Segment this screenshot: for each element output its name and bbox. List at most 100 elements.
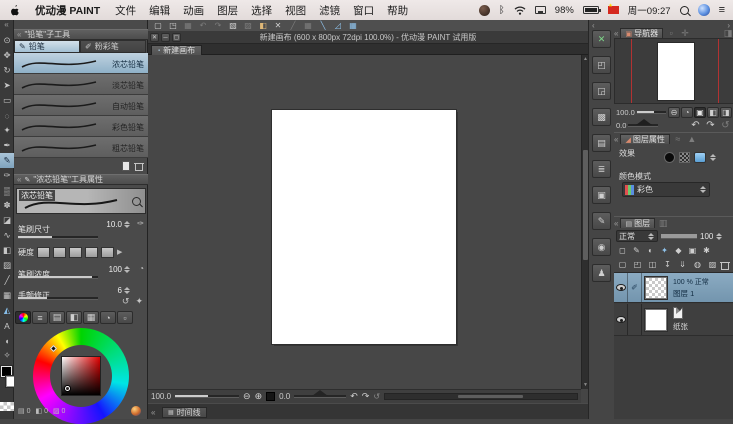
material-image-icon[interactable]: ▣ <box>592 186 611 204</box>
pencil-tool-icon[interactable]: ✎ <box>0 153 14 168</box>
canvas-zoom-slider[interactable] <box>175 395 239 398</box>
color-set-tab[interactable]: ▤ <box>49 311 65 324</box>
operate-tool-icon[interactable]: ➤ <box>0 78 14 93</box>
canvas-rotation-slider[interactable] <box>294 395 346 398</box>
brush-size-stepper[interactable] <box>124 219 131 229</box>
layers-tab[interactable]: ▤ 图层 <box>620 218 655 228</box>
menu-app-name[interactable]: 优动漫 PAINT <box>35 3 100 18</box>
canvas-zoom-value[interactable]: 100.0 <box>151 392 171 401</box>
menu-item[interactable]: 图层 <box>217 5 238 17</box>
stabilization-stepper[interactable] <box>124 285 131 295</box>
pen-tool-icon[interactable]: ✒ <box>0 138 14 153</box>
hardness-step-3[interactable] <box>69 247 82 258</box>
draft-layer-icon[interactable]: ✦ <box>658 244 671 256</box>
lasso-tool-icon[interactable]: ◌ <box>0 108 14 123</box>
snap-special-ruler-icon[interactable]: ◿ <box>332 21 344 31</box>
lock-layer-icon[interactable]: ✎ <box>630 244 643 256</box>
text-tool-icon[interactable]: A <box>0 318 14 333</box>
redo-icon[interactable]: ↷ <box>212 21 224 31</box>
collapse-layers-icon[interactable]: « <box>614 219 618 228</box>
menu-item[interactable]: 文件 <box>115 5 136 17</box>
brush-density-stepper[interactable] <box>124 264 131 274</box>
tab-pencil[interactable]: ✎铅笔 <box>14 40 80 53</box>
hardness-more-icon[interactable]: ▶ <box>117 248 122 256</box>
auto-select-tool-icon[interactable]: ✦ <box>0 123 14 138</box>
gradient-tool-icon[interactable]: ▨ <box>0 258 14 273</box>
eraser-tool-icon[interactable]: ◪ <box>0 213 14 228</box>
layer-visibility-icon[interactable] <box>616 284 626 291</box>
stabilization-slider[interactable] <box>18 297 98 300</box>
nav-zoom-reset-icon[interactable]: ◔ <box>681 107 693 118</box>
fill-icon[interactable]: ◧ <box>257 21 269 31</box>
figure-tool-icon[interactable]: ◭ <box>0 303 14 318</box>
tab-pastel[interactable]: ✐粉彩笔 <box>80 40 146 53</box>
zoom-tool-icon[interactable]: ⊙ <box>0 33 14 48</box>
bluetooth-icon[interactable]: ᛒ <box>499 5 505 16</box>
brush-list-item[interactable]: 淡芯铅笔 <box>14 74 148 95</box>
register-initial-settings-icon[interactable]: ✦ <box>135 296 143 307</box>
sv-cursor[interactable] <box>65 386 70 391</box>
canvas-rotation-value[interactable]: 0.0 <box>279 392 290 401</box>
vertical-scrollbar[interactable]: ▲ ▼ <box>581 55 588 389</box>
material-pen-icon[interactable]: ✎ <box>592 212 611 230</box>
blend-tool-icon[interactable]: ∿ <box>0 228 14 243</box>
collapse-toolprop-icon[interactable]: « <box>17 175 21 184</box>
select-pixels-icon[interactable]: ◻ <box>616 244 629 256</box>
menu-item[interactable]: 选择 <box>251 5 272 17</box>
nav-fit-screen-icon[interactable]: ▣ <box>694 107 706 118</box>
layer-row[interactable]: ✐ 100 % 正常 图层 1 <box>614 273 733 303</box>
layer-visibility-icon[interactable] <box>616 316 626 323</box>
brush-preview-zoom-icon[interactable] <box>132 197 141 206</box>
transform-icon[interactable]: ✕ <box>272 21 284 31</box>
border-effect-icon[interactable] <box>664 152 675 163</box>
rotate-reset-icon[interactable]: ↺ <box>373 392 380 401</box>
airbrush-tool-icon[interactable]: ▒ <box>0 183 14 198</box>
menu-item[interactable]: 滤镜 <box>319 5 340 17</box>
layer-opacity-stepper[interactable] <box>716 231 723 241</box>
panel-menu-icon[interactable]: ◨ <box>722 28 733 38</box>
tone-effect-icon[interactable] <box>679 152 690 163</box>
approx-color-tab[interactable]: ▦ <box>83 311 99 324</box>
navigator-rotation-slider[interactable] <box>628 124 658 127</box>
menu-item[interactable]: 编辑 <box>149 5 170 17</box>
transfer-layer-icon[interactable]: ↧ <box>661 258 674 270</box>
new-file-icon[interactable]: ▢ <box>152 21 164 31</box>
clip-layer-icon[interactable]: ✱ <box>700 244 713 256</box>
hardness-step-2[interactable] <box>53 247 66 258</box>
hand-tool-icon[interactable]: ✥ <box>0 48 14 63</box>
stroke-tab-icon[interactable]: ▲ <box>686 134 698 144</box>
nav-zoom-out-icon[interactable]: ⊖ <box>668 107 680 118</box>
nav-flip-h-icon[interactable]: ◧ <box>707 107 719 118</box>
pixel-preview-swatch[interactable] <box>266 392 275 401</box>
brush-density-dynamics-icon[interactable]: ◔ <box>139 264 144 273</box>
brush-density-value[interactable]: 100 <box>109 265 122 274</box>
layer-thumbnail[interactable] <box>645 277 667 299</box>
nav-rotate-ccw-icon[interactable]: ↶ <box>689 120 702 131</box>
canvas-tab[interactable]: ▪ 新建画布 <box>151 45 202 55</box>
delete-subtool-icon[interactable] <box>135 162 143 171</box>
copy-subtool-icon[interactable] <box>122 161 130 171</box>
fill-tool-icon[interactable]: ◧ <box>0 243 14 258</box>
hardness-step-4[interactable] <box>85 247 98 258</box>
snap-grid-icon[interactable]: ▦ <box>347 21 359 31</box>
color-mode-dropdown[interactable]: 彩色 <box>622 182 710 197</box>
marquee-tool-icon[interactable]: ▭ <box>0 93 14 108</box>
stabilization-value[interactable]: 6 <box>118 286 122 295</box>
color-wheel-tab[interactable] <box>15 311 31 324</box>
material-camera-icon[interactable]: ◉ <box>592 238 611 256</box>
lock-icon[interactable]: ◆ <box>672 244 685 256</box>
brush-tool-icon[interactable]: ✑ <box>0 168 14 183</box>
brush-density-slider[interactable] <box>18 276 98 279</box>
subview-tab-icon[interactable]: ▫ <box>665 28 677 38</box>
material-folder-icon[interactable]: ◰ <box>592 56 611 74</box>
siri-icon[interactable] <box>698 4 710 16</box>
hardness-step-1[interactable] <box>37 247 50 258</box>
menu-clock[interactable]: 周一09:27 <box>628 3 671 17</box>
apple-menu-icon[interactable] <box>10 4 20 16</box>
nav-rotate-cw-icon[interactable]: ↷ <box>704 120 717 131</box>
reselect-icon[interactable]: ▨ <box>242 21 254 31</box>
open-file-icon[interactable]: ◳ <box>167 21 179 31</box>
grid-icon[interactable]: ▦ <box>302 21 314 31</box>
nav-rotate-reset-icon[interactable]: ↺ <box>719 120 732 131</box>
reset-tool-settings-icon[interactable]: ↺ <box>122 296 130 307</box>
